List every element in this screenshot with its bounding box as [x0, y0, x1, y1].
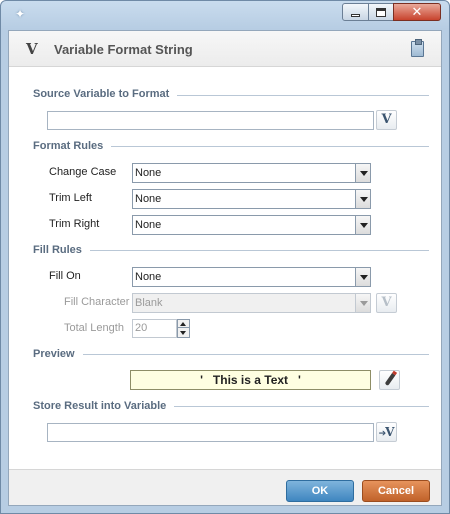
dialog-title: Variable Format String [54, 42, 193, 57]
chevron-down-icon[interactable] [355, 164, 370, 182]
stepper-up-icon[interactable] [178, 320, 189, 328]
dialog-header: V Variable Format String [9, 31, 441, 67]
minimize-icon [351, 13, 360, 17]
minimize-button[interactable] [342, 3, 369, 21]
fill-on-label: Fill On [49, 270, 81, 282]
fill-character-select[interactable]: Blank [132, 293, 371, 313]
trim-left-value: None [135, 193, 162, 205]
total-length-stepper[interactable] [177, 319, 190, 338]
app-icon: ✦ [15, 7, 26, 21]
section-fill-rules-label: Fill Rules [33, 244, 90, 256]
pencil-icon [384, 373, 396, 386]
close-button[interactable]: ✕ [393, 3, 441, 21]
variable-icon: V [26, 40, 38, 58]
section-divider [33, 354, 429, 355]
change-case-label: Change Case [49, 166, 117, 178]
fill-on-select[interactable]: None [132, 267, 371, 287]
chevron-down-icon[interactable] [355, 294, 370, 312]
total-length-label: Total Length [64, 322, 124, 334]
source-variable-input[interactable] [47, 111, 374, 130]
preview-text: ' This is a Text ' [130, 370, 371, 390]
store-variable-button[interactable]: ➔V [376, 422, 397, 442]
chevron-down-icon[interactable] [355, 268, 370, 286]
ok-button[interactable]: OK [286, 480, 354, 502]
maximize-button[interactable] [368, 3, 394, 21]
change-case-select[interactable]: None [132, 163, 371, 183]
trim-left-label: Trim Left [49, 192, 92, 204]
section-format-rules-label: Format Rules [33, 140, 112, 152]
section-source-label: Source Variable to Format [33, 88, 178, 100]
fill-character-label: Fill Character [64, 296, 130, 308]
store-variable-letter: V [385, 425, 395, 439]
trim-right-label: Trim Right [49, 218, 100, 230]
section-preview-label: Preview [33, 348, 83, 360]
change-case-value: None [135, 167, 162, 179]
dialog-client: V Variable Format String Source Variable… [8, 30, 442, 506]
fill-character-variable-button[interactable]: V [376, 293, 397, 313]
edit-preview-button[interactable] [379, 370, 400, 390]
cancel-button[interactable]: Cancel [362, 480, 430, 502]
total-length-input[interactable]: 20 [132, 319, 177, 338]
trim-right-value: None [135, 219, 162, 231]
chevron-down-icon[interactable] [355, 190, 370, 208]
maximize-icon [376, 7, 386, 17]
store-result-input[interactable] [47, 423, 374, 442]
dialog-window: ✦ ✕ V Variable Format String Source Vari… [0, 0, 450, 514]
trim-left-select[interactable]: None [132, 189, 371, 209]
dialog-footer: OK Cancel [9, 469, 441, 505]
section-store-label: Store Result into Variable [33, 400, 175, 412]
chevron-down-icon[interactable] [355, 216, 370, 234]
clipboard-icon[interactable] [411, 39, 424, 57]
source-variable-picker-button[interactable]: V [376, 110, 397, 130]
close-icon: ✕ [411, 4, 423, 20]
stepper-down-icon[interactable] [178, 329, 189, 337]
fill-on-value: None [135, 271, 162, 283]
title-bar[interactable]: ✦ ✕ [1, 1, 449, 27]
fill-character-value: Blank [135, 297, 163, 309]
trim-right-select[interactable]: None [132, 215, 371, 235]
section-divider [33, 250, 429, 251]
